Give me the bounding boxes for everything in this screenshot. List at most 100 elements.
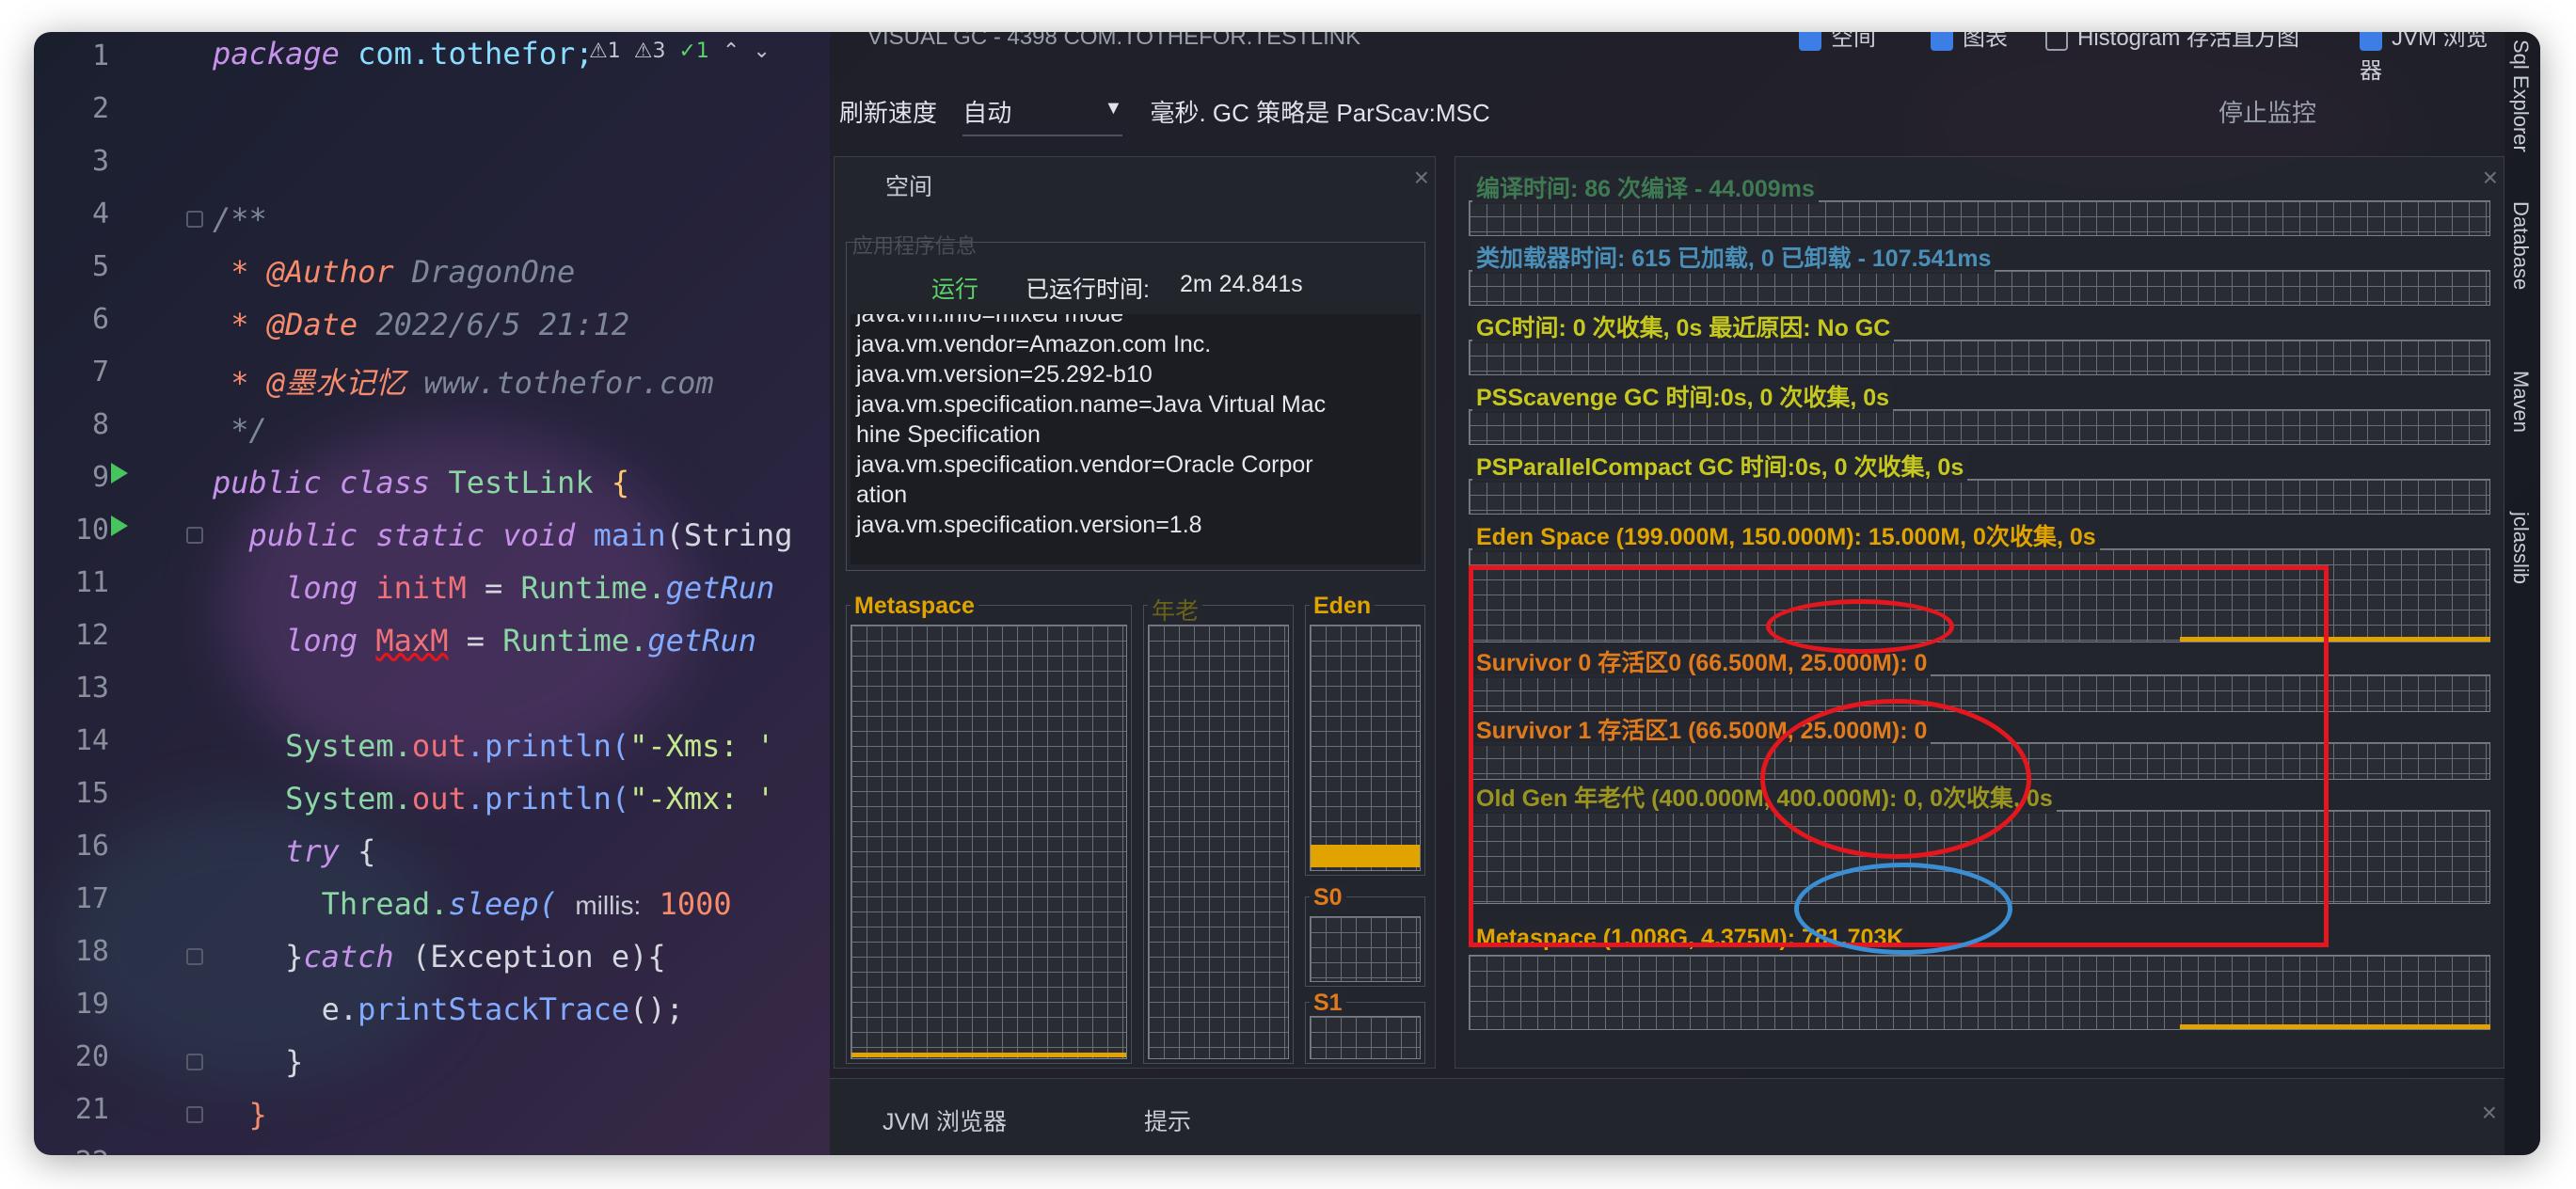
code-line-15[interactable]: System.out.println("-Xmx: ' [213,781,774,816]
metaspace-fill [851,1053,1126,1057]
graph-row-label: 编译时间: 86 次编译 - 44.009ms [1472,170,1819,204]
code-line-18[interactable]: }catch (Exception e){ [213,939,666,975]
vm-property: java.vm.version=25.292-b10 [856,361,1153,388]
code-line-21[interactable]: } [213,1097,267,1133]
code-line-9[interactable]: public class TestLink { [213,465,629,500]
code-line-16[interactable]: try { [213,833,375,869]
graph-row-label: PSScavenge GC 时间:0s, 0 次收集, 0s [1472,379,1894,413]
checkbox-icon[interactable] [1799,32,1821,51]
code-line-17[interactable]: Thread.sleep( millis: 1000 [213,886,732,922]
fold-icon[interactable] [186,527,203,544]
line-number: 11 [74,566,109,599]
close-icon[interactable]: × [2483,163,2498,193]
line-number: 20 [74,1040,109,1073]
space-panel: 空间 × 应用程序信息 运行 已运行时间: 2m 24.841s java.vm… [834,156,1436,1069]
s0-grid [1310,916,1421,982]
close-icon[interactable]: × [2482,1098,2497,1128]
eden-space: Eden [1305,593,1425,876]
vm-property: hine Specification [856,421,1041,448]
chevron-down-icon[interactable]: ▼ [1104,98,1122,119]
inspection-badge[interactable]: ⌄ [753,40,770,63]
fold-icon[interactable] [186,1106,203,1123]
close-icon[interactable]: × [1414,163,1429,193]
visual-gc-panel: VISUAL GC - 4398 COM.TOTHEFOR.TESTLINK 空… [830,32,2504,1155]
checkbox-icon[interactable] [2360,32,2382,51]
line-number: 8 [91,408,109,441]
metaspace-space: Metaspace [846,593,1132,1064]
right-tool-sidebar: Sql Explorer Database Maven jclasslib [2504,32,2540,1155]
vm-properties-list[interactable]: java.vm.info=mixed mode java.vm.vendor=A… [851,314,1421,564]
line-number: 17 [74,882,109,915]
s1-grid [1310,1016,1421,1059]
checkbox-histogram[interactable]: Histogram 存活直方图 [2045,32,2299,52]
s1-space: S1 [1305,990,1425,1064]
eden-label: Eden [1310,593,1375,620]
vm-property: java.vm.vendor=Amazon.com Inc. [856,331,1212,357]
refresh-rate-select[interactable]: 自动 ▼ [962,94,1123,136]
checkbox-graph[interactable]: 图表 [1931,32,2008,52]
app-info-box: 应用程序信息 运行 已运行时间: 2m 24.841s java.vm.info… [846,234,1425,571]
highlight-ring [1760,699,2031,859]
sidebar-item-jclasslib[interactable]: jclasslib [2508,512,2533,584]
vm-property: java.vm.specification.version=1.8 [856,512,1202,538]
inspection-badges[interactable]: ⚠1 ⚠3 ✓1 ⌃ ⌄ [589,40,784,63]
line-number: 1 [91,40,109,72]
fold-icon[interactable] [186,1054,203,1070]
line-number: 7 [91,356,109,388]
run-gutter-icon[interactable] [111,515,128,536]
line-number: 5 [91,250,109,283]
metaspace-label: Metaspace [851,593,978,620]
visual-gc-title: VISUAL GC - 4398 COM.TOTHEFOR.TESTLINK [867,32,1361,50]
fold-icon[interactable] [186,211,203,228]
graph-panel: 图表 × 编译时间: 86 次编译 - 44.009ms类加载器时间: 615 … [1455,156,2504,1069]
uptime-label: 已运行时间: [1026,277,1150,303]
inspection-badge[interactable]: ✓1 [678,40,708,63]
refresh-toolbar: 刷新速度 自动 ▼ 毫秒. GC 策略是 ParScav:MSC [839,94,1490,147]
code-line-6[interactable]: * @Date 2022/6/5 21:12 [213,307,629,342]
code-line-19[interactable]: e.printStackTrace(); [213,991,684,1027]
fold-icon[interactable] [186,948,203,965]
checkbox-jvm-browser[interactable]: JVM 浏览器 [2360,32,2504,85]
old-gen-grid [1148,625,1289,1059]
code-line-20[interactable]: } [213,1044,303,1080]
tab-jvm-browser[interactable]: JVM 浏览器 [883,1103,1007,1137]
code-line-7[interactable]: * @墨水记忆 www.tothefor.com [213,359,713,403]
line-number: 10 [74,514,109,547]
sidebar-item-maven[interactable]: Maven [2508,371,2533,433]
line-number: 19 [74,988,109,1021]
code-line-12[interactable]: long MaxM = Runtime.getRun [213,623,756,658]
graph-row-grid [1469,200,2490,236]
code-line-4[interactable]: /** [213,201,267,237]
code-line-11[interactable]: long initM = Runtime.getRun [213,570,774,606]
vm-property: java.vm.specification.vendor=Oracle Corp… [856,452,1313,478]
sidebar-item-sql-explorer[interactable]: Sql Explorer [2508,40,2533,152]
line-number: 16 [74,830,109,863]
code-line-5[interactable]: * @Author DragonOne [213,254,575,290]
graph-row-label: PSParallelCompact GC 时间:0s, 0 次收集, 0s [1472,449,1968,483]
graph-row-grid [1469,409,2490,445]
checkbox-icon[interactable] [1931,32,1953,51]
graph-row-grid [1469,270,2490,306]
checkbox-icon[interactable] [2045,32,2068,51]
s0-label: S0 [1310,884,1346,912]
s0-space: S0 [1305,884,1425,987]
line-number: 14 [74,724,109,757]
checkbox-space[interactable]: 空间 [1799,32,1876,52]
run-gutter-icon[interactable] [111,463,128,484]
code-line-1[interactable]: package com.tothefor; [213,36,594,71]
uptime-value: 2m 24.841s [1180,271,1303,297]
code-line-14[interactable]: System.out.println("-Xms: ' [213,728,774,764]
tab-hints[interactable]: 提示 [1144,1103,1191,1137]
inspection-badge[interactable]: ⚠3 [634,40,666,63]
highlight-ring [1794,863,2012,955]
line-number: 6 [91,303,109,336]
code-line-10[interactable]: public static void main(String [213,517,793,553]
highlight-ring [1766,599,1954,654]
inspection-badge[interactable]: ⚠1 [589,40,621,63]
code-line-8[interactable]: */ [213,412,267,448]
inspection-badge[interactable]: ⌃ [723,40,739,63]
app-info-title: 应用程序信息 [852,234,978,258]
old-gen-label: 年老 [1148,593,1203,626]
stop-monitor-button[interactable]: 停止监控 [2218,94,2316,129]
sidebar-item-database[interactable]: Database [2508,201,2533,290]
